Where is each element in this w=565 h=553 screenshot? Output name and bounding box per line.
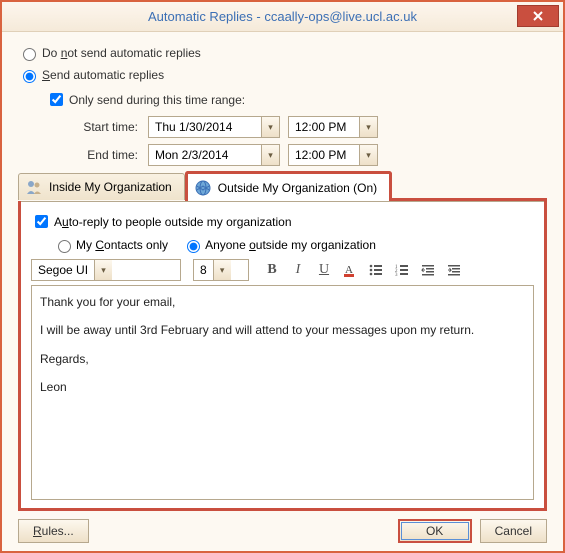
bold-button[interactable]: B xyxy=(261,259,283,281)
my-contacts-radio-input[interactable] xyxy=(58,240,71,253)
do-not-send-label: Do not send automatic replies xyxy=(42,46,201,60)
increase-indent-button[interactable] xyxy=(443,259,465,281)
dialog-footer: Rules... OK Cancel xyxy=(18,511,547,543)
send-radio-input[interactable] xyxy=(23,70,36,83)
end-time-value: 12:00 PM xyxy=(289,148,359,162)
anyone-outside-radio[interactable]: Anyone outside my organization xyxy=(182,237,376,253)
send-label: Send automatic replies xyxy=(42,68,164,82)
auto-reply-outside-checkbox[interactable]: Auto-reply to people outside my organiza… xyxy=(31,212,534,231)
end-time-row: End time: Mon 2/3/2014 ▾ 12:00 PM ▾ xyxy=(68,144,547,166)
underline-button[interactable]: U xyxy=(313,259,335,281)
tab-outside-label: Outside My Organization (On) xyxy=(218,181,377,195)
outside-scope-row: My Contacts only Anyone outside my organ… xyxy=(53,237,534,253)
font-color-button[interactable]: A xyxy=(339,259,361,281)
dialog-window: Automatic Replies - ccaally-ops@live.ucl… xyxy=(0,0,565,553)
my-contacts-radio[interactable]: My Contacts only xyxy=(53,237,168,253)
start-date-value: Thu 1/30/2014 xyxy=(149,120,261,134)
do-not-send-radio[interactable]: Do not send automatic replies xyxy=(18,45,547,61)
tab-inside-org[interactable]: Inside My Organization xyxy=(18,173,185,200)
svg-text:3: 3 xyxy=(395,273,398,278)
auto-reply-outside-input[interactable] xyxy=(35,215,48,228)
chevron-down-icon: ▾ xyxy=(261,117,279,137)
message-editor[interactable]: Thank you for your email, I will be away… xyxy=(31,285,534,500)
decrease-indent-icon xyxy=(420,262,436,278)
start-time-value: 12:00 PM xyxy=(289,120,359,134)
format-toolbar: Segoe UI ▾ 8 ▾ B I U A xyxy=(31,259,534,281)
decrease-indent-button[interactable] xyxy=(417,259,439,281)
start-time-dropdown[interactable]: 12:00 PM ▾ xyxy=(288,116,378,138)
font-size-dropdown[interactable]: 8 ▾ xyxy=(193,259,249,281)
send-radio[interactable]: Send automatic replies xyxy=(18,67,547,83)
only-send-range-label: Only send during this time range: xyxy=(69,93,245,107)
ok-button[interactable]: OK xyxy=(398,519,472,543)
message-line: I will be away until 3rd February and wi… xyxy=(40,320,525,340)
only-send-range-checkbox[interactable]: Only send during this time range: xyxy=(46,90,547,109)
anyone-outside-radio-input[interactable] xyxy=(187,240,200,253)
tabs-strip: Inside My Organization Outside My Organi… xyxy=(18,173,547,201)
start-time-label: Start time: xyxy=(68,120,138,134)
close-icon xyxy=(532,10,544,22)
number-list-icon: 123 xyxy=(394,262,410,278)
increase-indent-icon xyxy=(446,262,462,278)
end-time-dropdown[interactable]: 12:00 PM ▾ xyxy=(288,144,378,166)
dialog-body: Do not send automatic replies Send autom… xyxy=(2,32,563,551)
window-title: Automatic Replies - ccaally-ops@live.ucl… xyxy=(148,9,417,24)
chevron-down-icon: ▾ xyxy=(94,260,112,280)
people-icon xyxy=(25,178,43,196)
tab-content-outside: Auto-reply to people outside my organiza… xyxy=(21,201,544,508)
end-time-label: End time: xyxy=(68,148,138,162)
end-date-dropdown[interactable]: Mon 2/3/2014 ▾ xyxy=(148,144,280,166)
message-line: Thank you for your email, xyxy=(40,292,525,312)
do-not-send-radio-input[interactable] xyxy=(23,48,36,61)
chevron-down-icon: ▾ xyxy=(359,145,377,165)
tab-inside-label: Inside My Organization xyxy=(49,180,172,194)
close-button[interactable] xyxy=(517,5,559,27)
start-time-row: Start time: Thu 1/30/2014 ▾ 12:00 PM ▾ xyxy=(68,116,547,138)
tab-strip-spacer xyxy=(392,198,547,201)
font-dropdown[interactable]: Segoe UI ▾ xyxy=(31,259,181,281)
anyone-outside-label: Anyone outside my organization xyxy=(205,238,376,252)
chevron-down-icon: ▾ xyxy=(213,260,231,280)
end-date-value: Mon 2/3/2014 xyxy=(149,148,261,162)
tabs-area: Inside My Organization Outside My Organi… xyxy=(18,201,547,511)
font-color-icon: A xyxy=(342,262,358,278)
auto-reply-outside-label: Auto-reply to people outside my organiza… xyxy=(54,215,292,229)
titlebar: Automatic Replies - ccaally-ops@live.ucl… xyxy=(2,2,563,32)
bullet-list-icon xyxy=(368,262,384,278)
number-list-button[interactable]: 123 xyxy=(391,259,413,281)
message-line: Regards, xyxy=(40,349,525,369)
tab-outside-org[interactable]: Outside My Organization (On) xyxy=(185,171,392,201)
only-send-range-input[interactable] xyxy=(50,93,63,106)
rules-button[interactable]: Rules... xyxy=(18,519,89,543)
start-date-dropdown[interactable]: Thu 1/30/2014 ▾ xyxy=(148,116,280,138)
italic-button[interactable]: I xyxy=(287,259,309,281)
cancel-button[interactable]: Cancel xyxy=(480,519,547,543)
chevron-down-icon: ▾ xyxy=(261,145,279,165)
font-value: Segoe UI xyxy=(32,263,94,277)
globe-icon xyxy=(194,179,212,197)
message-line: Leon xyxy=(40,377,525,397)
chevron-down-icon: ▾ xyxy=(359,117,377,137)
font-size-value: 8 xyxy=(194,263,213,277)
bullet-list-button[interactable] xyxy=(365,259,387,281)
my-contacts-label: My Contacts only xyxy=(76,238,168,252)
